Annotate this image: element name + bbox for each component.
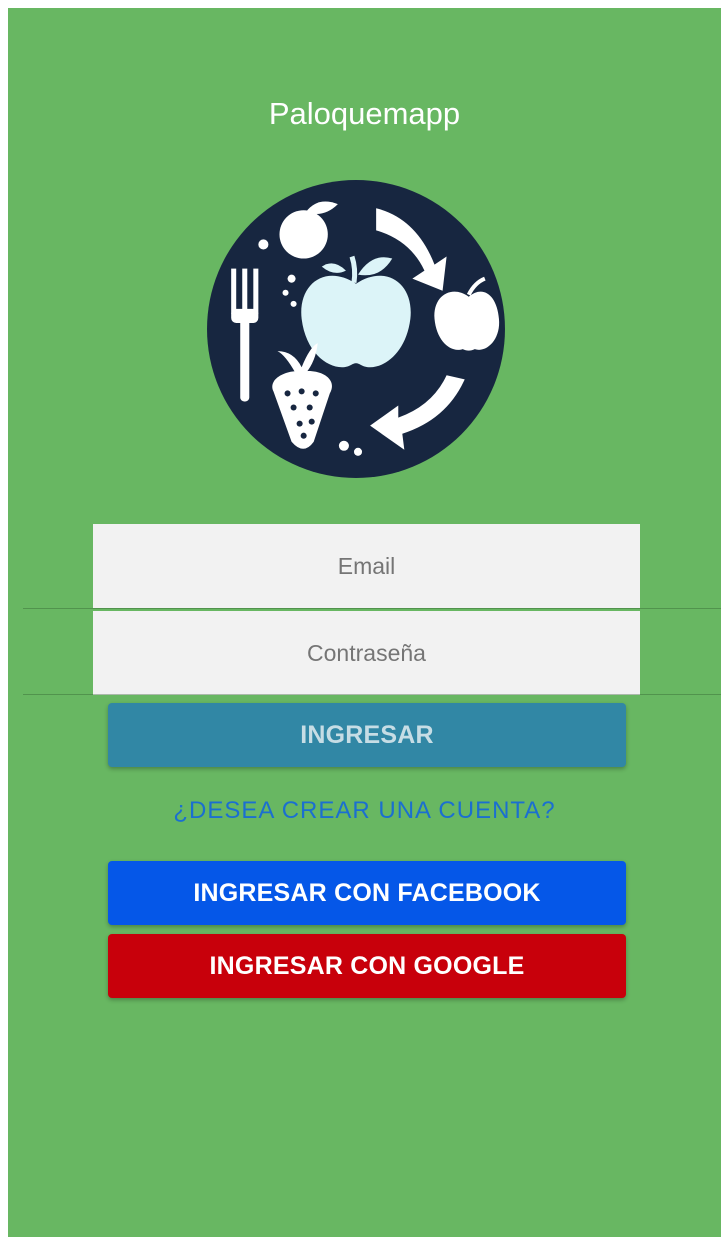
app-logo-icon — [207, 180, 505, 478]
password-underline — [23, 694, 721, 695]
login-screen: Paloquemapp Email INGRESAR ¿DESEA CREAR … — [8, 8, 721, 1237]
email-field[interactable] — [93, 524, 640, 608]
app-title: Paloquemapp — [268, 96, 461, 131]
email-underline — [23, 608, 721, 609]
create-account-link[interactable]: ¿DESEA CREAR UNA CUENTA? — [8, 797, 721, 825]
google-login-button[interactable]: INGRESAR CON GOOGLE — [108, 934, 626, 998]
facebook-login-button[interactable]: INGRESAR CON FACEBOOK — [108, 861, 626, 925]
login-button[interactable]: INGRESAR — [108, 703, 626, 767]
password-field[interactable] — [93, 611, 640, 695]
